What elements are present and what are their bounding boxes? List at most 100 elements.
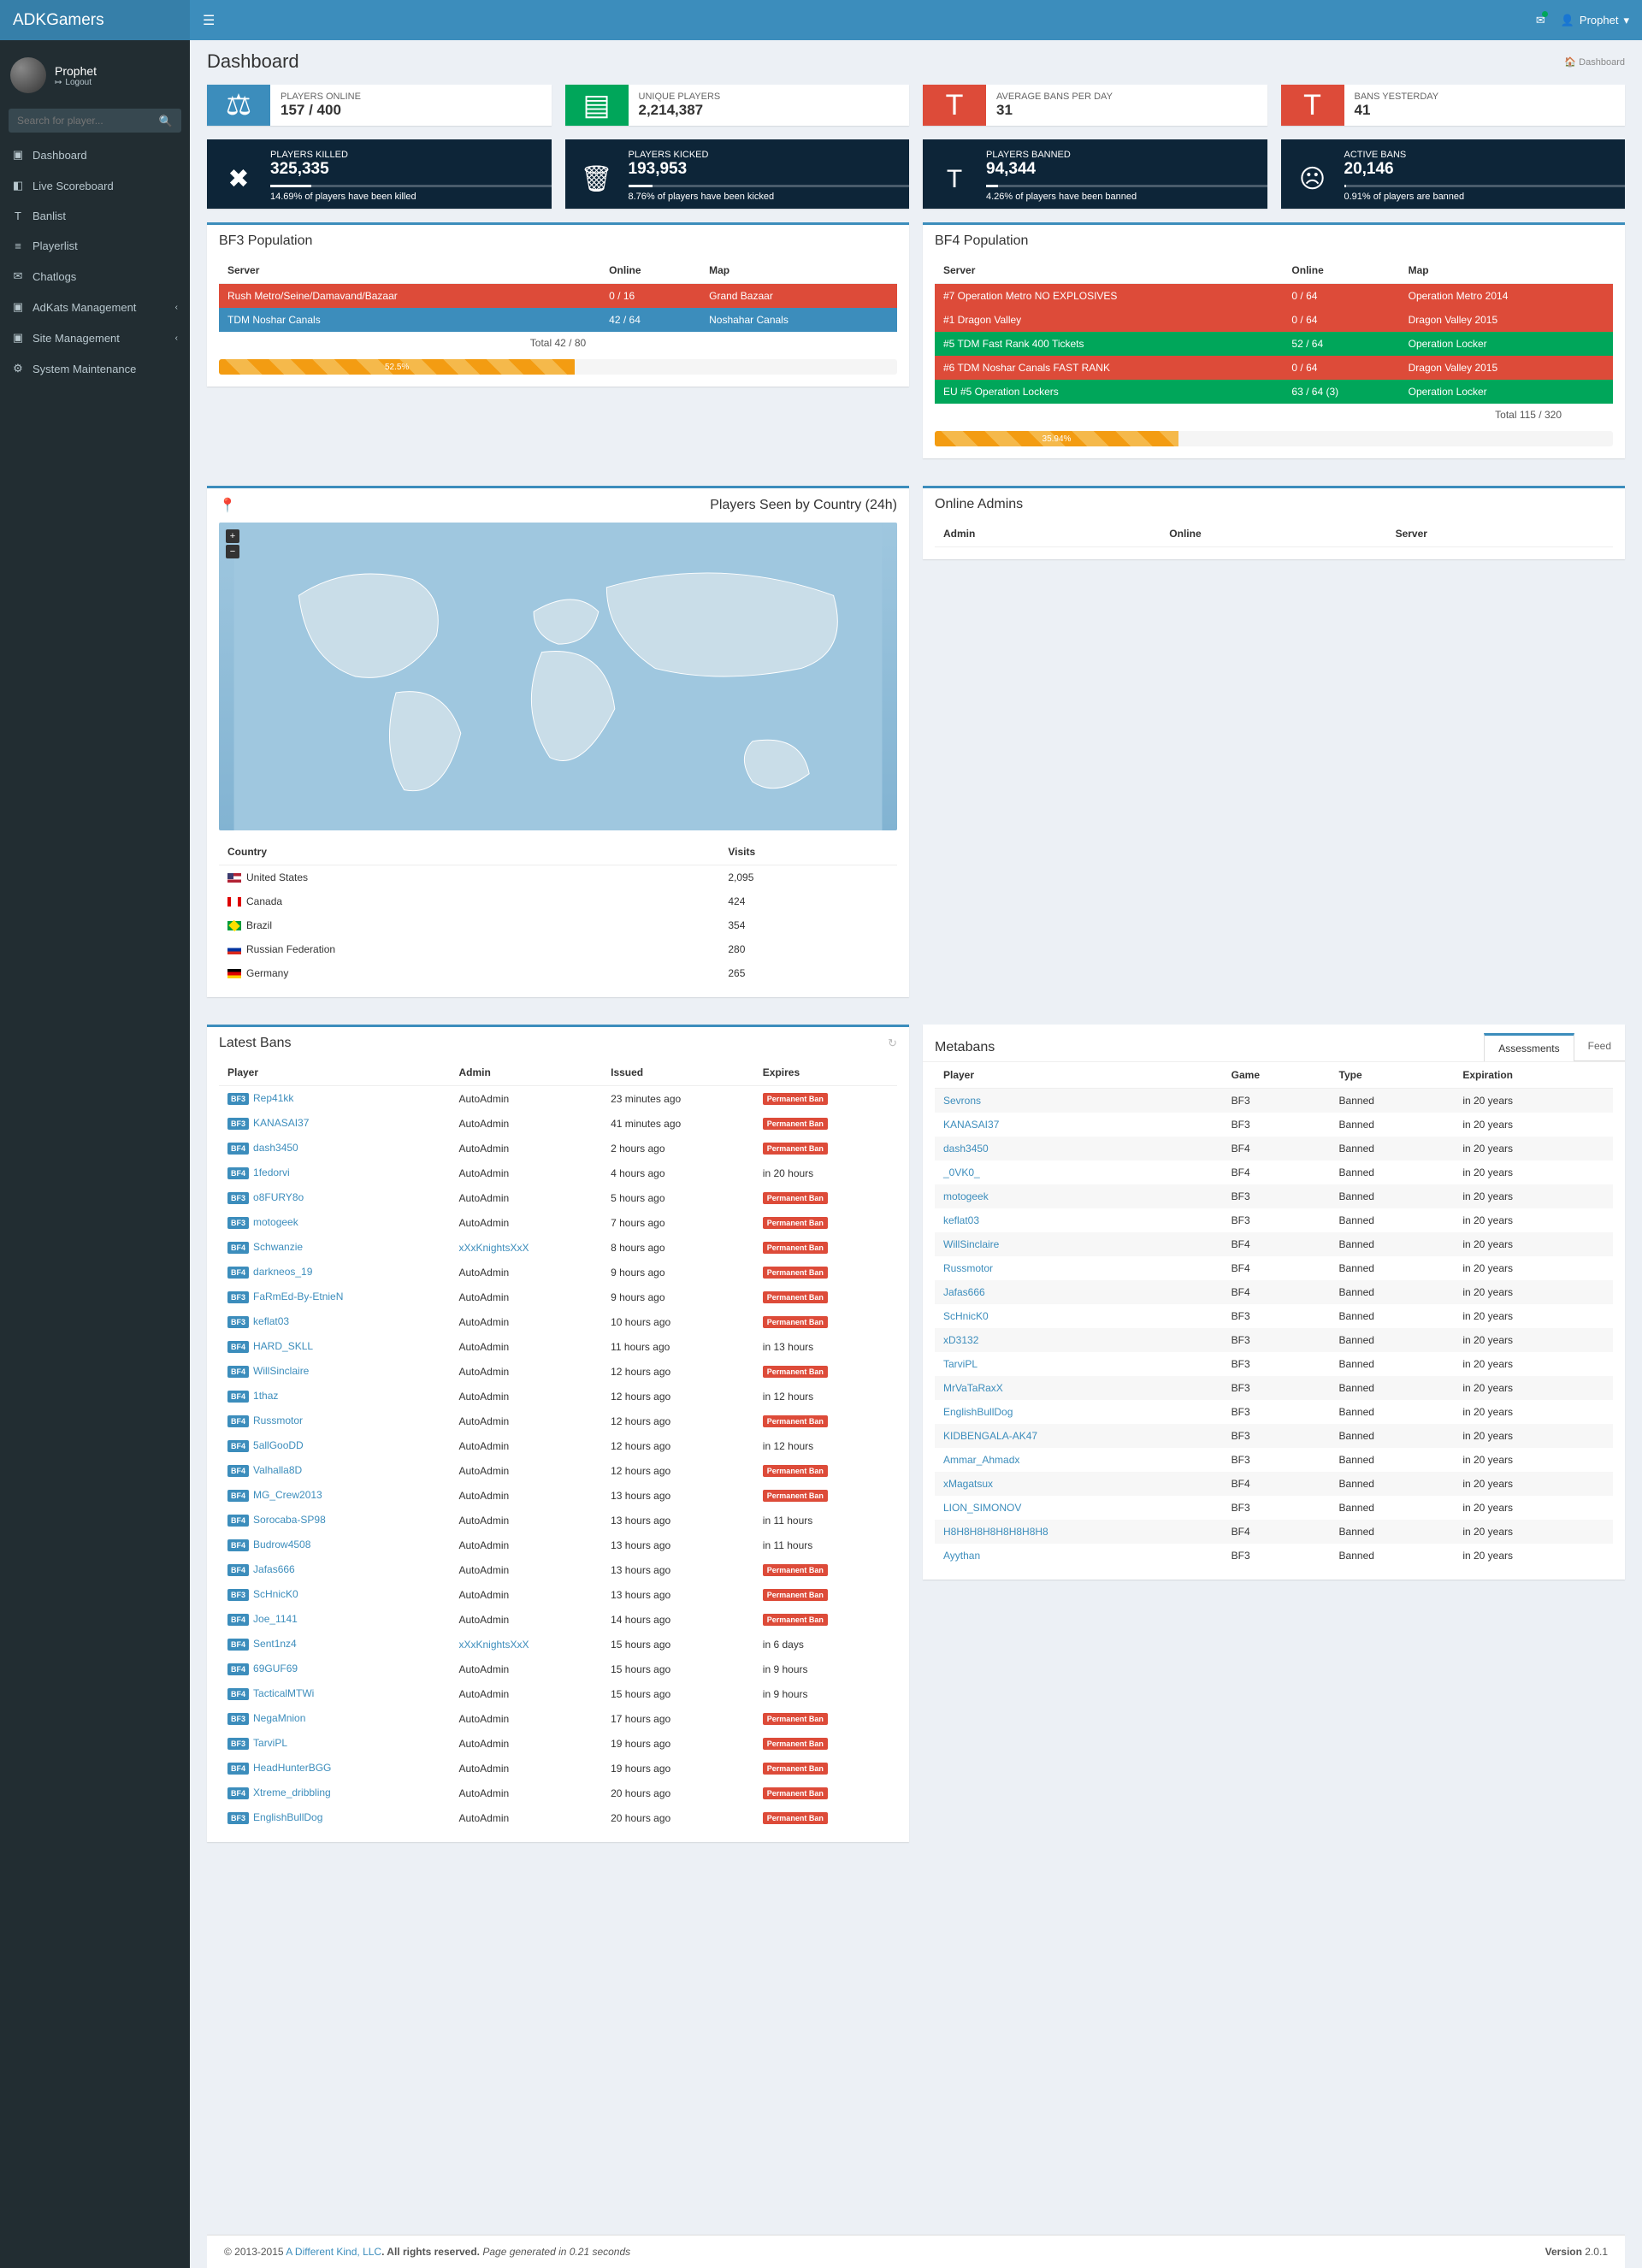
player-link[interactable]: HeadHunterBGG: [253, 1762, 331, 1774]
perm-ban-badge: Permanent Ban: [763, 1291, 828, 1303]
player-link[interactable]: 1fedorvi: [253, 1166, 290, 1178]
user-menu[interactable]: 👤 Prophet ▾: [1561, 14, 1629, 27]
metaban-row: EnglishBullDogBF3Bannedin 20 years: [935, 1400, 1613, 1424]
server-row[interactable]: #1 Dragon Valley0 / 64Dragon Valley 2015: [935, 308, 1613, 332]
server-row[interactable]: #5 TDM Fast Rank 400 Tickets52 / 64Opera…: [935, 332, 1613, 356]
sidebar-item-live-scoreboard[interactable]: ◧Live Scoreboard: [0, 170, 190, 201]
sidebar-item-system-maintenance[interactable]: ⚙System Maintenance: [0, 353, 190, 384]
admin-link[interactable]: xXxKnightsXxX: [458, 1242, 529, 1254]
player-link[interactable]: NegaMnion: [253, 1712, 305, 1724]
player-link[interactable]: 1thaz: [253, 1390, 278, 1402]
chevron-left-icon: ‹: [175, 303, 178, 312]
nav-icon: ⚙: [12, 362, 24, 375]
player-link[interactable]: Xtreme_dribbling: [253, 1787, 331, 1798]
player-link[interactable]: Sorocaba-SP98: [253, 1514, 326, 1526]
footer-link[interactable]: A Different Kind, LLC: [286, 2246, 381, 2258]
player-link[interactable]: ScHnicK0: [943, 1310, 989, 1322]
player-link[interactable]: MG_Crew2013: [253, 1489, 322, 1501]
tab-assessments[interactable]: Assessments: [1484, 1033, 1574, 1061]
player-link[interactable]: Ammar_Ahmadx: [943, 1454, 1019, 1466]
sidebar-item-banlist[interactable]: TBanlist: [0, 201, 190, 231]
player-link[interactable]: H8H8H8H8H8H8H8H8: [943, 1526, 1048, 1538]
player-link[interactable]: xD3132: [943, 1334, 978, 1346]
player-link[interactable]: TarviPL: [943, 1358, 978, 1370]
player-link[interactable]: xMagatsux: [943, 1478, 993, 1490]
breadcrumb: 🏠 Dashboard: [1564, 56, 1625, 68]
sidebar-item-site-management[interactable]: ▣Site Management‹: [0, 322, 190, 353]
server-row[interactable]: Rush Metro/Seine/Damavand/Bazaar0 / 16Gr…: [219, 284, 897, 309]
world-map[interactable]: + −: [219, 523, 897, 830]
tab-feed[interactable]: Feed: [1574, 1033, 1625, 1060]
game-tag: BF3: [227, 1192, 249, 1204]
player-link[interactable]: FaRmEd-By-EtnieN: [253, 1291, 343, 1302]
game-tag: BF3: [227, 1217, 249, 1229]
ban-row: BF4Jafas666AutoAdmin13 hours agoPermanen…: [219, 1557, 897, 1582]
server-row[interactable]: #6 TDM Noshar Canals FAST RANK0 / 64Drag…: [935, 356, 1613, 380]
server-row[interactable]: TDM Noshar Canals42 / 64Noshahar Canals: [219, 308, 897, 332]
player-link[interactable]: KIDBENGALA-AK47: [943, 1430, 1037, 1442]
player-link[interactable]: EnglishBullDog: [943, 1406, 1013, 1418]
brand-link[interactable]: ADKGamers: [0, 0, 190, 40]
player-link[interactable]: dash3450: [253, 1142, 298, 1154]
online-admins-title: Online Admins: [923, 488, 1625, 521]
sidebar-item-adkats-management[interactable]: ▣AdKats Management‹: [0, 292, 190, 322]
logout-link[interactable]: ↦ Logout: [55, 78, 97, 87]
player-link[interactable]: WillSinclaire: [253, 1365, 309, 1377]
metaban-row: RussmotorBF4Bannedin 20 years: [935, 1256, 1613, 1280]
player-link[interactable]: 69GUF69: [253, 1663, 298, 1674]
player-link[interactable]: Jafas666: [253, 1563, 295, 1575]
player-link[interactable]: Russmotor: [943, 1262, 993, 1274]
sidebar-item-chatlogs[interactable]: ✉Chatlogs: [0, 261, 190, 292]
player-link[interactable]: TarviPL: [253, 1737, 287, 1749]
messages-icon[interactable]: ✉: [1536, 14, 1545, 27]
player-link[interactable]: WillSinclaire: [943, 1238, 999, 1250]
player-link[interactable]: KANASAI37: [943, 1119, 999, 1131]
player-link[interactable]: HARD_SKLL: [253, 1340, 313, 1352]
player-link[interactable]: Sent1nz4: [253, 1638, 297, 1650]
ban-row: BF3Rep41kkAutoAdmin23 minutes agoPermane…: [219, 1086, 897, 1112]
player-link[interactable]: MrVaTaRaxX: [943, 1382, 1003, 1394]
player-link[interactable]: Sevrons: [943, 1095, 981, 1107]
perm-ban-badge: Permanent Ban: [763, 1713, 828, 1725]
player-link[interactable]: motogeek: [943, 1190, 989, 1202]
metaban-row: KIDBENGALA-AK47BF3Bannedin 20 years: [935, 1424, 1613, 1448]
player-link[interactable]: dash3450: [943, 1143, 989, 1155]
player-link[interactable]: _0VK0_: [943, 1166, 980, 1178]
server-row[interactable]: EU #5 Operation Lockers63 / 64 (3)Operat…: [935, 380, 1613, 404]
map-svg: [219, 523, 897, 830]
player-link[interactable]: 5allGooDD: [253, 1439, 304, 1451]
player-link[interactable]: o8FURY8o: [253, 1191, 304, 1203]
nav-icon: ◧: [12, 179, 24, 192]
zoom-out-button[interactable]: −: [226, 545, 239, 558]
refresh-icon[interactable]: ↻: [888, 1037, 897, 1050]
player-link[interactable]: keflat03: [253, 1315, 289, 1327]
zoom-in-button[interactable]: +: [226, 529, 239, 543]
server-row[interactable]: #7 Operation Metro NO EXPLOSIVES0 / 64Op…: [935, 284, 1613, 309]
player-link[interactable]: Valhalla8D: [253, 1464, 302, 1476]
player-link[interactable]: Jafas666: [943, 1286, 985, 1298]
admin-link[interactable]: xXxKnightsXxX: [458, 1639, 529, 1651]
player-link[interactable]: ScHnicK0: [253, 1588, 298, 1600]
player-link[interactable]: Budrow4508: [253, 1539, 310, 1550]
player-link[interactable]: KANASAI37: [253, 1117, 309, 1129]
sidebar-item-playerlist[interactable]: ≡Playerlist: [0, 231, 190, 261]
ban-row: BF3ScHnicK0AutoAdmin13 hours agoPermanen…: [219, 1582, 897, 1607]
player-link[interactable]: LION_SIMONOV: [943, 1502, 1021, 1514]
player-link[interactable]: Russmotor: [253, 1415, 303, 1426]
flag-icon: [227, 897, 241, 907]
search-input[interactable]: [9, 109, 181, 133]
player-link[interactable]: Joe_1141: [253, 1613, 298, 1625]
bf4-title: BF4 Population: [923, 225, 1625, 257]
player-link[interactable]: Ayythan: [943, 1550, 980, 1562]
player-link[interactable]: darkneos_19: [253, 1266, 312, 1278]
sidebar-item-dashboard[interactable]: ▣Dashboard: [0, 139, 190, 170]
sidebar-toggle-icon[interactable]: ☰: [203, 12, 215, 29]
player-link[interactable]: Schwanzie: [253, 1241, 303, 1253]
player-link[interactable]: EnglishBullDog: [253, 1811, 322, 1823]
player-link[interactable]: Rep41kk: [253, 1092, 293, 1104]
metaban-row: H8H8H8H8H8H8H8H8BF4Bannedin 20 years: [935, 1520, 1613, 1544]
player-link[interactable]: TacticalMTWi: [253, 1687, 314, 1699]
search-icon[interactable]: 🔍: [159, 115, 173, 128]
player-link[interactable]: keflat03: [943, 1214, 979, 1226]
player-link[interactable]: motogeek: [253, 1216, 298, 1228]
